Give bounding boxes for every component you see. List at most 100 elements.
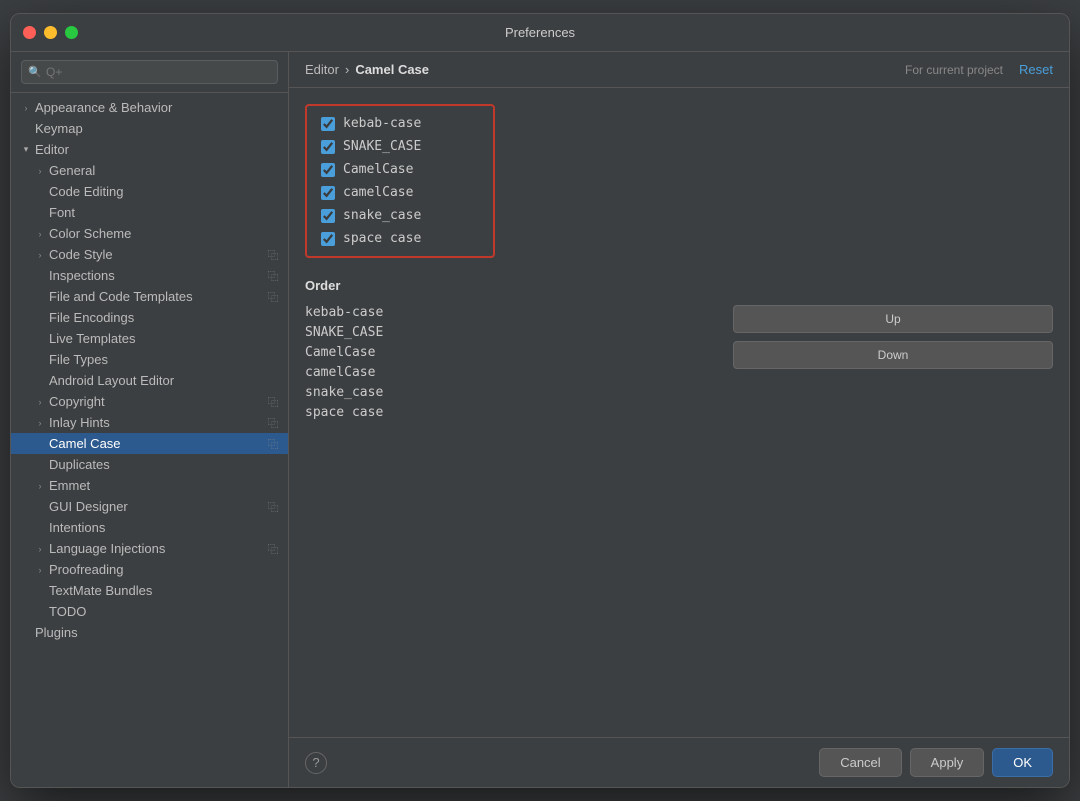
search-input[interactable]	[21, 60, 278, 84]
sidebar-item-label: Inlay Hints	[49, 415, 262, 430]
order-item-3: camelCase	[305, 365, 425, 380]
sidebar-item-keymap[interactable]: Keymap	[11, 118, 288, 139]
spacer	[33, 437, 47, 451]
sidebar-item-copyright[interactable]: ›Copyright	[11, 391, 288, 412]
order-item-0: kebab-case	[305, 305, 425, 320]
order-item-2: CamelCase	[305, 345, 425, 360]
sidebar-item-inlay-hints[interactable]: ›Inlay Hints	[11, 412, 288, 433]
checkbox-label-camel_lower: camelCase	[343, 185, 413, 200]
close-button[interactable]	[23, 26, 36, 39]
sidebar-item-editor[interactable]: ▾Editor	[11, 139, 288, 160]
sidebar-item-file-encodings[interactable]: File Encodings	[11, 307, 288, 328]
sidebar-item-language-injections[interactable]: ›Language Injections	[11, 538, 288, 559]
checkbox-kebab[interactable]	[321, 117, 335, 131]
for-project-label: For current project	[905, 63, 1003, 77]
sidebar-item-label: Plugins	[35, 625, 280, 640]
checkbox-space[interactable]	[321, 232, 335, 246]
sidebar-item-label: Code Editing	[49, 184, 280, 199]
copy-icon	[266, 437, 280, 451]
sidebar-item-font[interactable]: Font	[11, 202, 288, 223]
ok-button[interactable]: OK	[992, 748, 1053, 777]
sidebar-item-emmet[interactable]: ›Emmet	[11, 475, 288, 496]
minimize-button[interactable]	[44, 26, 57, 39]
sidebar-item-live-templates[interactable]: Live Templates	[11, 328, 288, 349]
checkbox-item-space[interactable]: space case	[321, 231, 479, 246]
spacer	[33, 458, 47, 472]
checkbox-item-camel_lower[interactable]: camelCase	[321, 185, 479, 200]
sidebar-item-android-layout[interactable]: Android Layout Editor	[11, 370, 288, 391]
checkbox-camel_lower[interactable]	[321, 186, 335, 200]
cancel-button[interactable]: Cancel	[819, 748, 901, 777]
order-item-1: SNAKE_CASE	[305, 325, 425, 340]
order-title: Order	[305, 278, 1053, 293]
spacer	[33, 206, 47, 220]
sidebar-item-duplicates[interactable]: Duplicates	[11, 454, 288, 475]
sidebar-item-label: Code Style	[49, 247, 262, 262]
checkbox-group: kebab-case SNAKE_CASE CamelCase camelCas…	[305, 104, 495, 258]
copy-icon	[266, 416, 280, 430]
copy-icon	[266, 500, 280, 514]
up-button[interactable]: Up	[733, 305, 1053, 333]
arrow-icon: ›	[33, 416, 47, 430]
checkbox-item-snake_lower[interactable]: snake_case	[321, 208, 479, 223]
spacer	[33, 374, 47, 388]
spacer	[33, 269, 47, 283]
sidebar-item-intentions[interactable]: Intentions	[11, 517, 288, 538]
sidebar-item-general[interactable]: ›General	[11, 160, 288, 181]
spacer	[19, 626, 33, 640]
sidebar-item-color-scheme[interactable]: ›Color Scheme	[11, 223, 288, 244]
checkbox-snake_upper[interactable]	[321, 140, 335, 154]
reset-button[interactable]: Reset	[1019, 62, 1053, 77]
sidebar-item-label: Font	[49, 205, 280, 220]
checkbox-item-camel_upper[interactable]: CamelCase	[321, 162, 479, 177]
sidebar-item-plugins[interactable]: Plugins	[11, 622, 288, 643]
maximize-button[interactable]	[65, 26, 78, 39]
search-box: 🔍	[11, 52, 288, 93]
sidebar-item-label: General	[49, 163, 280, 178]
sidebar-item-label: Duplicates	[49, 457, 280, 472]
sidebar-item-file-types[interactable]: File Types	[11, 349, 288, 370]
arrow-icon: ›	[33, 164, 47, 178]
spacer	[33, 332, 47, 346]
apply-button[interactable]: Apply	[910, 748, 985, 777]
sidebar-item-label: Copyright	[49, 394, 262, 409]
arrow-icon: ›	[33, 563, 47, 577]
sidebar-item-label: Proofreading	[49, 562, 280, 577]
main-content: Editor › Camel Case For current project …	[289, 52, 1069, 787]
order-item-5: space case	[305, 405, 425, 420]
arrow-icon: ›	[33, 395, 47, 409]
titlebar: Preferences	[11, 14, 1069, 52]
sidebar-item-label: Intentions	[49, 520, 280, 535]
sidebar-item-label: TextMate Bundles	[49, 583, 280, 598]
sidebar-item-code-style[interactable]: ›Code Style	[11, 244, 288, 265]
sidebar-item-camel-case[interactable]: Camel Case	[11, 433, 288, 454]
checkbox-item-snake_upper[interactable]: SNAKE_CASE	[321, 139, 479, 154]
sidebar-item-label: Color Scheme	[49, 226, 280, 241]
sidebar-item-file-code-templates[interactable]: File and Code Templates	[11, 286, 288, 307]
sidebar-item-proofreading[interactable]: ›Proofreading	[11, 559, 288, 580]
checkbox-item-kebab[interactable]: kebab-case	[321, 116, 479, 131]
copy-icon	[266, 542, 280, 556]
sidebar-item-code-editing[interactable]: Code Editing	[11, 181, 288, 202]
copy-icon	[266, 269, 280, 283]
sidebar-item-appearance[interactable]: ›Appearance & Behavior	[11, 97, 288, 118]
sidebar-item-todo[interactable]: TODO	[11, 601, 288, 622]
sidebar-item-label: File and Code Templates	[49, 289, 262, 304]
sidebar-item-textmate[interactable]: TextMate Bundles	[11, 580, 288, 601]
down-button[interactable]: Down	[733, 341, 1053, 369]
sidebar-item-gui-designer[interactable]: GUI Designer	[11, 496, 288, 517]
sidebar-item-label: Emmet	[49, 478, 280, 493]
main-body: kebab-case SNAKE_CASE CamelCase camelCas…	[289, 88, 1069, 737]
order-item-4: snake_case	[305, 385, 425, 400]
spacer	[33, 605, 47, 619]
sidebar-item-label: Live Templates	[49, 331, 280, 346]
checkbox-snake_lower[interactable]	[321, 209, 335, 223]
sidebar-item-inspections[interactable]: Inspections	[11, 265, 288, 286]
breadcrumb-parent: Editor	[305, 62, 339, 77]
copy-icon	[266, 248, 280, 262]
sidebar-item-label: Android Layout Editor	[49, 373, 280, 388]
help-button[interactable]: ?	[305, 752, 327, 774]
search-icon: 🔍	[28, 66, 42, 79]
arrow-icon: ›	[33, 542, 47, 556]
checkbox-camel_upper[interactable]	[321, 163, 335, 177]
